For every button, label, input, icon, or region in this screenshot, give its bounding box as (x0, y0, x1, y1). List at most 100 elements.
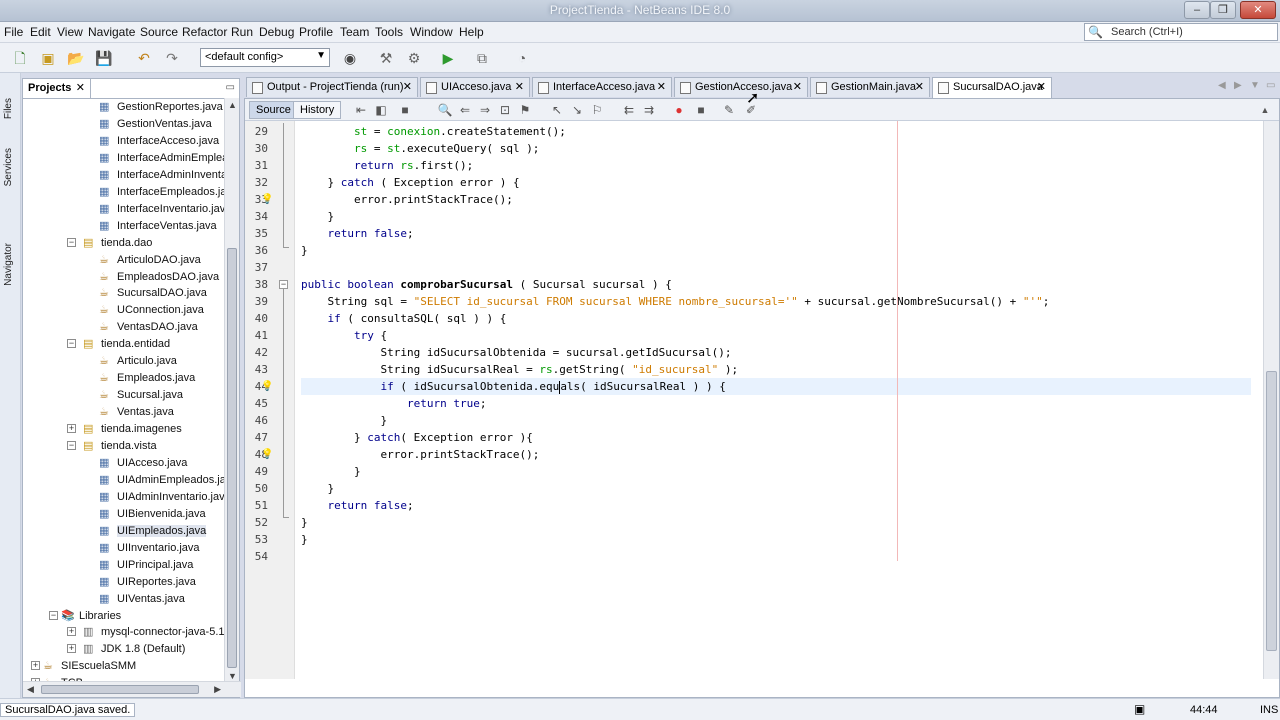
tree-item[interactable]: ▦ UIBienvenida.java (23, 506, 226, 523)
editor-tab[interactable]: UIAcceso.java ✕ (420, 77, 530, 97)
menu-window[interactable]: Window (410, 25, 453, 39)
menu-view[interactable]: View (57, 25, 83, 39)
navigator-tab[interactable]: Navigator (3, 243, 14, 286)
close-icon[interactable]: ✕ (403, 80, 412, 93)
tree-horizontal-scrollbar[interactable]: ◀ ▶ (23, 681, 241, 697)
close-icon[interactable]: ✕ (793, 80, 802, 93)
scroll-right-icon[interactable]: ▶ (214, 684, 221, 695)
find-icon[interactable]: 🔍 (437, 102, 453, 118)
editor-tab[interactable]: SucursalDAO.java ✕ (932, 77, 1052, 98)
tab-scroll-left-icon[interactable]: ◀ (1218, 80, 1226, 91)
menu-debug[interactable]: Debug (259, 25, 294, 39)
tree-item[interactable]: ▦ UIPrincipal.java (23, 557, 226, 574)
tree-item[interactable]: ▦ InterfaceAcceso.java (23, 133, 226, 150)
prev-bookmark-icon[interactable]: ↖ (549, 102, 565, 118)
expand-icon[interactable]: + (67, 644, 76, 654)
tree-item[interactable]: ▦ UIVentas.java (23, 591, 226, 608)
tree-item[interactable]: ☕ UConnection.java (23, 302, 226, 319)
highlight-icon[interactable]: ⚑ (517, 102, 533, 118)
tree-item[interactable]: ☕ ArticuloDAO.java (23, 252, 226, 269)
menu-help[interactable]: Help (459, 25, 484, 39)
run-icon[interactable]: ▶ (438, 48, 458, 68)
toggle-bookmark-icon[interactable]: ⚐ (589, 102, 605, 118)
tree-package[interactable]: − ▤ tienda.dao (23, 235, 226, 252)
minimize-panel-icon[interactable]: ▭ (226, 82, 235, 93)
close-icon[interactable]: ✕ (657, 80, 666, 93)
tree-package[interactable]: − ▤ tienda.entidad (23, 336, 226, 353)
tab-list-icon[interactable]: ▼ (1250, 80, 1260, 91)
files-tab[interactable]: Files (3, 98, 14, 119)
menu-file[interactable]: File (4, 25, 23, 39)
config-select[interactable]: <default config> ▼ (200, 48, 330, 67)
shift-right-icon[interactable]: ⇉ (641, 102, 657, 118)
tree-item[interactable]: + ▥ mysql-connector-java-5.1. (23, 624, 226, 641)
tree-item[interactable]: ▦ InterfaceInventario.jav (23, 201, 226, 218)
redo-icon[interactable]: ↷ (162, 48, 182, 68)
debug-icon[interactable]: ⧉ (472, 48, 492, 68)
editor-tab[interactable]: InterfaceAcceso.java ✕ (532, 77, 672, 97)
find-next-icon[interactable]: ⇒ (477, 102, 493, 118)
tree-item[interactable]: ▦ UIInventario.java (23, 540, 226, 557)
editor-vertical-scrollbar[interactable] (1263, 121, 1279, 679)
collapse-icon[interactable]: − (67, 441, 76, 450)
new-file-icon[interactable]: 🗋 (10, 48, 30, 68)
comment-icon[interactable]: ✎ (721, 102, 737, 118)
tree-item[interactable]: ▦ GestionReportes.java (23, 99, 226, 116)
scroll-down-icon[interactable]: ▼ (228, 671, 237, 681)
split-editor-icon[interactable]: ▲ (1257, 102, 1273, 118)
search-input[interactable]: Search (Ctrl+I) (1111, 26, 1183, 38)
tree-item[interactable]: ▦ UIReportes.java (23, 574, 226, 591)
history-button[interactable]: History (293, 101, 342, 119)
tree-item[interactable]: ▦ InterfaceVentas.java (23, 218, 226, 235)
tree-item[interactable]: ☕ EmpleadosDAO.java (23, 269, 226, 286)
tree-item[interactable]: ▦ UIAcceso.java (23, 455, 226, 472)
tree-item[interactable]: ▦ UIEmpleados.java (23, 523, 226, 540)
stop-macro-icon[interactable]: ■ (693, 102, 709, 118)
menu-source[interactable]: Source (140, 25, 178, 39)
close-icon[interactable]: ✕ (76, 81, 85, 94)
editor-tab[interactable]: GestionAcceso.java ✕ (674, 77, 808, 97)
hammer-icon[interactable]: ⚒ (376, 48, 396, 68)
collapse-icon[interactable]: − (49, 610, 58, 620)
fold-icon[interactable]: − (279, 280, 288, 289)
tree-item[interactable]: ▦ UIAdminInventario.java (23, 489, 226, 506)
minimize-button[interactable]: – (1184, 1, 1210, 19)
close-icon[interactable]: ✕ (1037, 80, 1046, 93)
menu-navigate[interactable]: Navigate (88, 25, 135, 39)
expand-icon[interactable]: + (67, 424, 76, 434)
scroll-up-icon[interactable]: ▲ (228, 100, 237, 110)
menu-refactor[interactable]: Refactor (182, 25, 227, 39)
globe-icon[interactable]: ◉ (340, 48, 360, 68)
tree-item[interactable]: ☕ Sucursal.java (23, 387, 226, 404)
collapse-icon[interactable]: − (67, 237, 76, 247)
shift-left-icon[interactable]: ⇇ (621, 102, 637, 118)
tree-item[interactable]: ☕ SucursalDAO.java (23, 285, 226, 302)
expand-icon[interactable]: + (31, 661, 40, 671)
menu-run[interactable]: Run (231, 25, 253, 39)
tree-package[interactable]: + ▤ tienda.imagenes (23, 421, 226, 438)
maximize-editor-icon[interactable]: ▭ (1266, 80, 1275, 91)
menu-tools[interactable]: Tools (375, 25, 403, 39)
editor-tab[interactable]: GestionMain.java ✕ (810, 77, 930, 97)
editor-tab[interactable]: Output - ProjectTienda (run) ✕ (246, 77, 418, 97)
tree-item[interactable]: + ▥ JDK 1.8 (Default) (23, 641, 226, 658)
tree-item[interactable]: ▦ InterfaceAdminEmpleac (23, 150, 226, 167)
menu-profile[interactable]: Profile (299, 25, 333, 39)
tree-item[interactable]: ▦ UIAdminEmpleados.java (23, 472, 226, 489)
search-box[interactable]: 🔍 Search (Ctrl+I) (1084, 23, 1278, 41)
tree-item[interactable]: ▦ GestionVentas.java (23, 116, 226, 133)
find-prev-icon[interactable]: ⇐ (457, 102, 473, 118)
services-tab[interactable]: Services (3, 148, 14, 186)
collapse-icon[interactable]: − (67, 339, 76, 349)
close-window-button[interactable]: ✕ (1240, 1, 1276, 19)
scrollbar-thumb[interactable] (227, 248, 237, 668)
find-selection-icon[interactable]: ⊡ (497, 102, 513, 118)
undo-icon[interactable]: ↶ (134, 48, 154, 68)
source-button[interactable]: Source (249, 101, 298, 119)
menu-edit[interactable]: Edit (30, 25, 51, 39)
tree-item[interactable]: ☕ Ventas.java (23, 404, 226, 421)
clean-build-icon[interactable]: ⚙ (404, 48, 424, 68)
tree-package[interactable]: − ▤ tienda.vista (23, 438, 226, 455)
tree-item[interactable]: + ☕ SIEscuelaSMM (23, 658, 226, 675)
tree-item[interactable]: − 📚 Libraries (23, 608, 226, 625)
